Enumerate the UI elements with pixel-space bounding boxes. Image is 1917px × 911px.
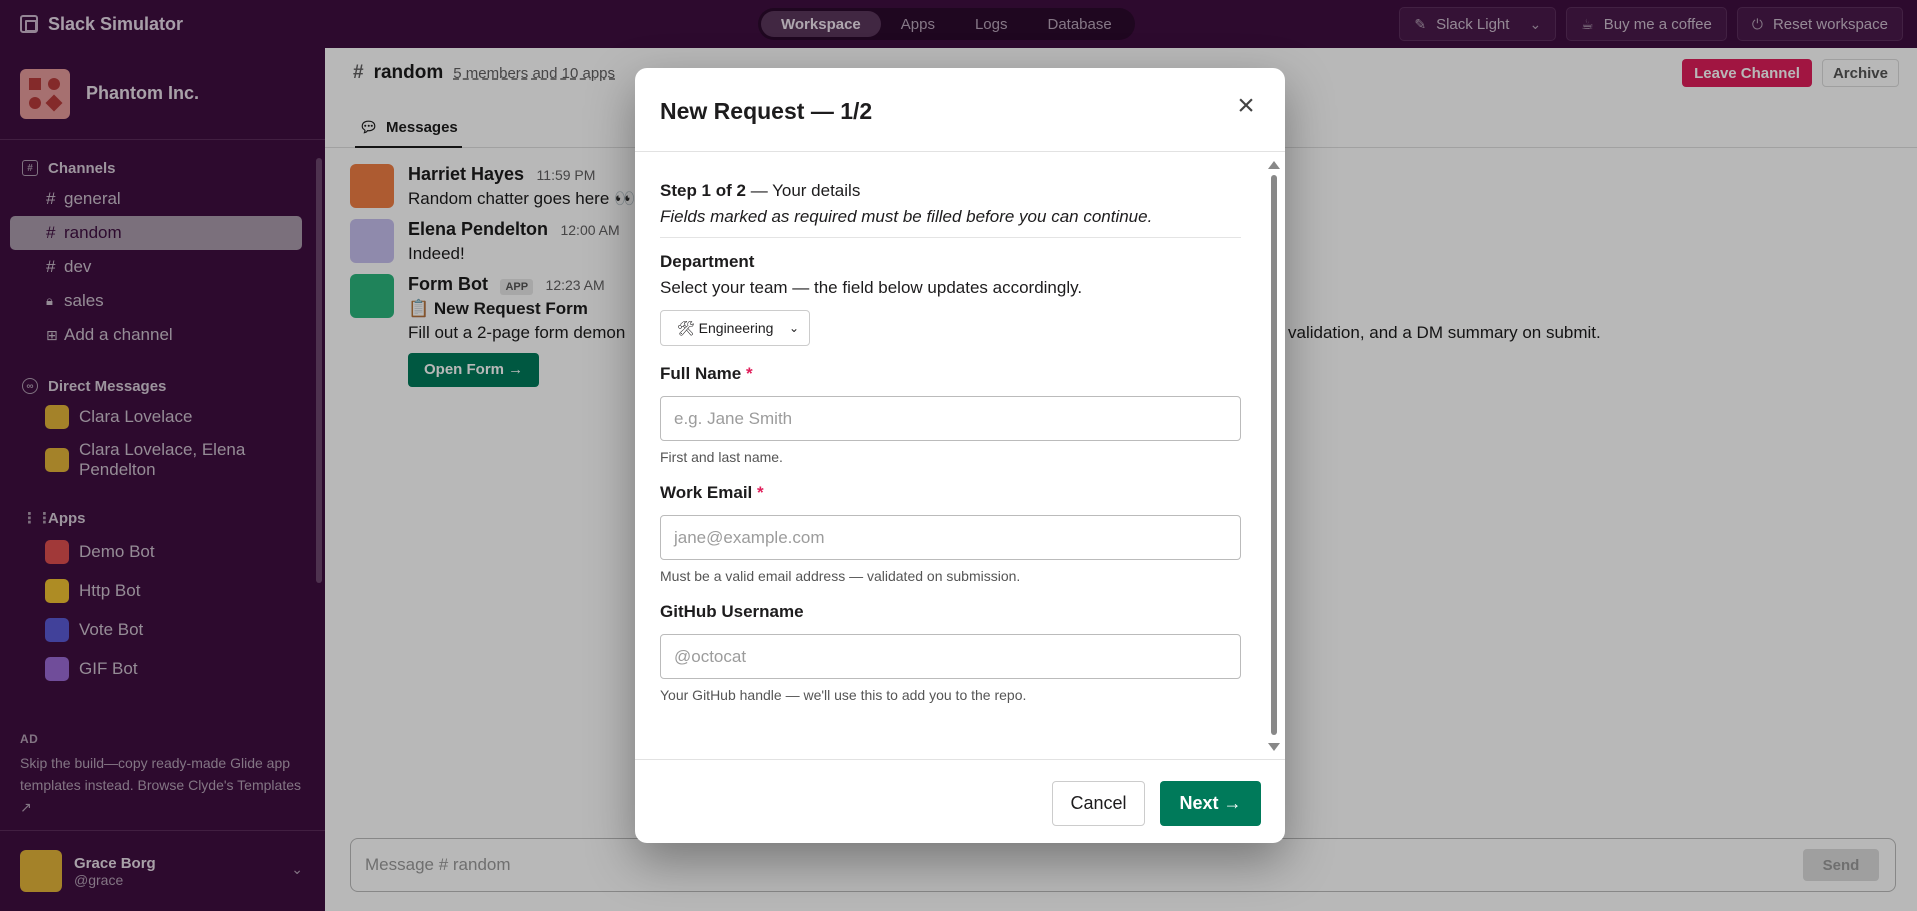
modal-scrollbar[interactable] [1268, 161, 1280, 751]
work-email-hint: Must be a valid email address — validate… [660, 568, 1021, 584]
github-label: GitHub Username [660, 602, 804, 621]
new-request-modal: New Request — 1/2 × Step 1 of 2 — Your d… [635, 68, 1285, 843]
cancel-button[interactable]: Cancel [1052, 781, 1145, 826]
scroll-down-arrow[interactable] [1268, 743, 1280, 751]
modal-body: Step 1 of 2 — Your details Fields marked… [635, 153, 1285, 759]
modal-footer: Cancel Next → [635, 759, 1285, 843]
work-email-label: Work Email * [660, 483, 764, 502]
github-hint: Your GitHub handle — we'll use this to a… [660, 687, 1027, 703]
github-input[interactable]: @octocat [660, 634, 1241, 679]
full-name-input[interactable]: e.g. Jane Smith [660, 396, 1241, 441]
scroll-thumb[interactable] [1271, 175, 1277, 735]
work-email-input[interactable]: jane@example.com [660, 515, 1241, 560]
modal-header: New Request — 1/2 × [635, 68, 1285, 152]
full-name-hint: First and last name. [660, 449, 783, 465]
department-select[interactable]: 🛠 Engineering ⌄ [660, 310, 810, 346]
chevron-down-icon: ⌄ [788, 321, 799, 335]
required-marker: * [745, 364, 753, 383]
department-label: Department [660, 252, 755, 271]
department-desc: Select your team — the field below updat… [660, 278, 1083, 297]
step-indicator: Step 1 of 2 — Your details [660, 181, 861, 200]
step-note: Fields marked as required must be filled… [660, 207, 1241, 238]
close-icon[interactable]: × [1233, 91, 1259, 121]
full-name-label: Full Name * [660, 364, 753, 383]
scroll-up-arrow[interactable] [1268, 161, 1280, 169]
required-marker: * [757, 483, 764, 502]
next-button[interactable]: Next → [1160, 781, 1261, 826]
modal-title: New Request — 1/2 [660, 98, 873, 124]
